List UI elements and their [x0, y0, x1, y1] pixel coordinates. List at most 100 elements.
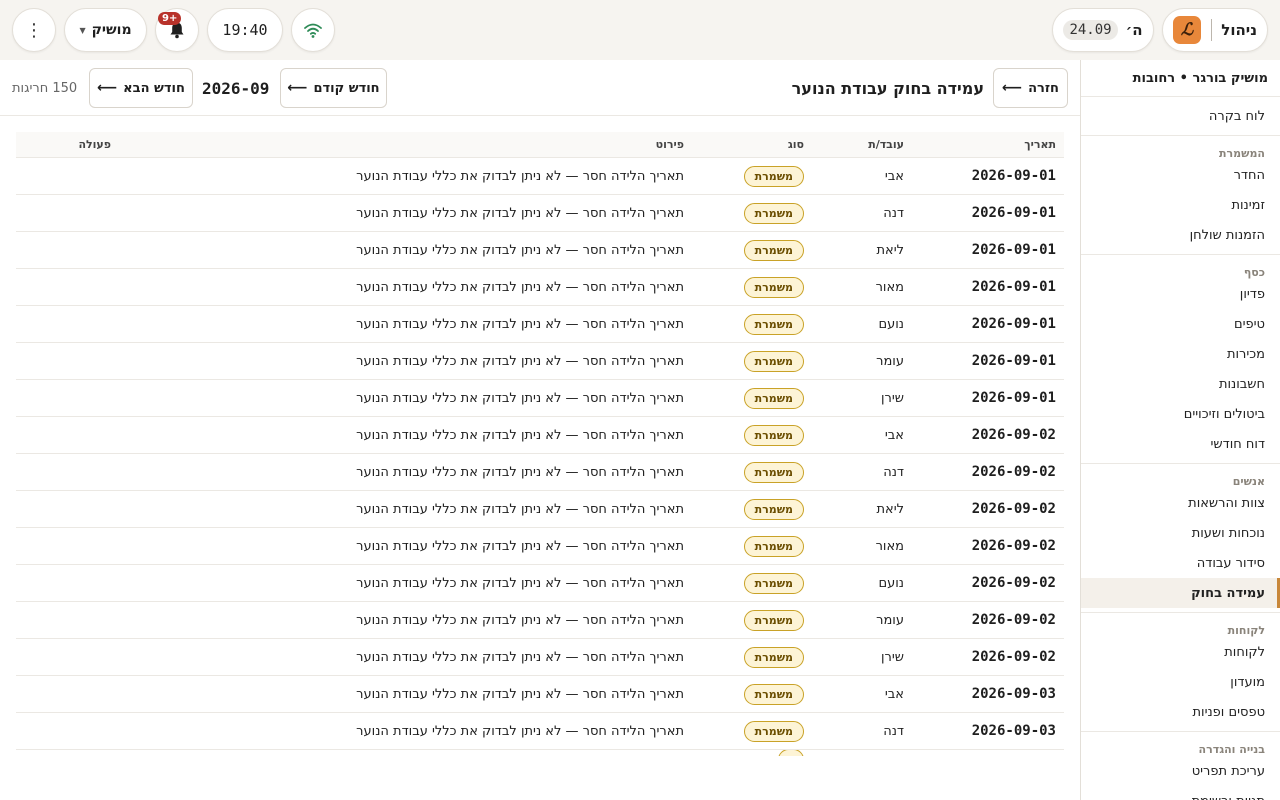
sidebar-item-room[interactable]: החדר [1081, 160, 1280, 190]
type-badge: משמרת [743, 387, 804, 409]
cell-detail: תאריך הלידה חסר — לא ניתן לבדוק את כללי … [356, 279, 684, 295]
brand-menu-button[interactable]: ניהול ℒ [1162, 8, 1268, 52]
cell-type: משמרת [690, 683, 808, 705]
sidebar-group-shift: המשמרת [1219, 147, 1265, 160]
cell-employee: אבי [884, 427, 904, 443]
cell-employee: עומר [876, 612, 904, 628]
table-row: 2026-09-01 שירן משמרת תאריך הלידה חסר — לא … [16, 380, 1064, 417]
cell-detail: תאריך הלידה חסר — לא ניתן לבדוק את כללי … [356, 612, 684, 628]
sidebar-divider [1081, 135, 1280, 136]
next-month-button[interactable]: חודש הבא ⟵ [89, 68, 193, 108]
sidebar-item-club[interactable]: מועדון [1081, 667, 1280, 697]
chevron-down-icon: ▼ [79, 25, 86, 35]
sidebar-item-staff-permissions[interactable]: צוות והרשאות [1081, 488, 1280, 518]
sidebar-item-attendance[interactable]: נוכחות ושעות [1081, 518, 1280, 548]
cell-type: משמרת [690, 165, 808, 187]
previous-month-button[interactable]: חודש קודם ⟵ [280, 68, 387, 108]
sidebar-item-schedule[interactable]: סידור עבודה [1081, 548, 1280, 578]
cell-detail: תאריך הלידה חסר — לא ניתן לבדוק את כללי … [356, 427, 684, 443]
sidebar-item-table-reservations[interactable]: הזמנות שולחן [1081, 220, 1280, 250]
sidebar-item-revenue[interactable]: פדיון [1081, 279, 1280, 309]
cell-detail: תאריך הלידה חסר — לא ניתן לבדוק את כללי … [356, 464, 684, 480]
type-badge [778, 750, 804, 756]
sidebar-item-tags[interactable]: תגיות ורשימת [1081, 786, 1280, 800]
cell-type: משמרת [690, 276, 808, 298]
cell-detail: תאריך הלידה חסר — לא ניתן לבדוק את כללי … [356, 242, 684, 258]
type-badge: משמרת [743, 313, 804, 335]
cell-detail: תאריך הלידה חסר — לא ניתן לבדוק את כללי … [356, 316, 684, 332]
type-badge: משמרת [743, 720, 804, 742]
column-header-date: תאריך [1024, 138, 1056, 151]
more-menu-button[interactable]: ⋮ [12, 8, 56, 52]
cell-date: 2026-09-01 [971, 242, 1056, 258]
sidebar-item-cancellations[interactable]: ביטולים וזיכויים [1081, 399, 1280, 429]
top-bar: ניהול ℒ ה׳ 24.09 19:40 9+ מושיק ▼ ⋮ [0, 0, 1280, 60]
cell-detail: תאריך הלידה חסר — לא ניתן לבדוק את כללי … [356, 205, 684, 221]
cell-date: 2026-09-01 [971, 279, 1056, 295]
sidebar-item-monthly-report[interactable]: דוח חודשי [1081, 429, 1280, 459]
type-badge: משמרת [743, 535, 804, 557]
cell-date: 2026-09-02 [971, 538, 1056, 554]
cell-type: משמרת [690, 498, 808, 520]
sidebar-item-menu-editor[interactable]: עריכת תפריט [1081, 756, 1280, 786]
back-button-label: חזרה [1028, 80, 1059, 96]
table-row: 2026-09-02 נועם משמרת תאריך הלידה חסר — לא … [16, 565, 1064, 602]
table-row: 2026-09-03 דנה משמרת תאריך הלידה חסר — לא נ… [16, 713, 1064, 750]
cell-date: 2026-09-01 [971, 205, 1056, 221]
date-chip: 24.09 [1063, 20, 1118, 40]
back-button[interactable]: חזרה ⟵ [993, 68, 1068, 108]
sidebar-item-forms[interactable]: טפסים ופניות [1081, 697, 1280, 727]
cell-date: 2026-09-02 [971, 427, 1056, 443]
cell-detail: תאריך הלידה חסר — לא ניתן לבדוק את כללי … [356, 575, 684, 591]
cell-date: 2026-09-01 [971, 390, 1056, 406]
type-badge: משמרת [743, 498, 804, 520]
cell-type: משמרת [690, 535, 808, 557]
next-month-label: חודש הבא [123, 80, 185, 96]
sidebar-item-tips[interactable]: טיפים [1081, 309, 1280, 339]
notifications-button[interactable]: 9+ [155, 8, 199, 52]
user-menu-button[interactable]: מושיק ▼ [64, 8, 147, 52]
sidebar-item-sales[interactable]: מכירות [1081, 339, 1280, 369]
sidebar-item-customers[interactable]: לקוחות [1081, 637, 1280, 667]
page-title: עמידה בחוק עבודת הנוער [791, 78, 984, 98]
cell-type: משמרת [690, 424, 808, 446]
cell-detail: תאריך הלידה חסר — לא ניתן לבדוק את כללי … [356, 168, 684, 184]
sidebar-item-availability[interactable]: זמינות [1081, 190, 1280, 220]
sidebar-item-dashboard[interactable]: לוח בקרה [1081, 101, 1280, 131]
sidebar: מושיק בורגר • רחובות לוח בקרה המשמרת החד… [1080, 60, 1280, 800]
cell-employee: אבי [884, 686, 904, 702]
cell-detail: תאריך הלידה חסר — לא ניתן לבדוק את כללי … [356, 390, 684, 406]
cell-date: 2026-09-01 [971, 316, 1056, 332]
compliance-table: תאריך עובד/ת סוג פירוט פעולה 2026-09-01 א… [16, 132, 1064, 756]
cell-employee: נועם [878, 575, 904, 591]
cell-detail: תאריך הלידה חסר — לא ניתן לבדוק את כללי … [356, 353, 684, 369]
type-badge: משמרת [743, 461, 804, 483]
table-header: תאריך עובד/ת סוג פירוט פעולה [16, 132, 1064, 158]
cell-type [690, 750, 808, 756]
cell-date: 2026-09-01 [971, 168, 1056, 184]
sidebar-group-customers: לקוחות [1227, 624, 1265, 637]
sidebar-item-invoices[interactable]: חשבונות [1081, 369, 1280, 399]
cell-employee: ליאת [876, 242, 904, 258]
type-badge: משמרת [743, 165, 804, 187]
cell-detail: תאריך הלידה חסר — לא ניתן לבדוק את כללי … [356, 723, 684, 739]
cell-date: 2026-09-03 [971, 723, 1056, 739]
page-header: חזרה ⟵ עמידה בחוק עבודת הנוער חודש קודם … [0, 60, 1080, 116]
wifi-icon [304, 23, 322, 38]
cell-employee: עומר [876, 353, 904, 369]
cell-employee: מאור [875, 279, 904, 295]
arrow-left-icon: ⟵ [97, 80, 118, 96]
user-label: מושיק [91, 22, 132, 38]
sidebar-item-compliance[interactable]: עמידה בחוק [1081, 578, 1280, 608]
table-row: 2026-09-01 מאור משמרת תאריך הלידה חסר — לא … [16, 269, 1064, 306]
sidebar-divider [1081, 612, 1280, 613]
wifi-status-button[interactable] [291, 8, 335, 52]
cell-type: משמרת [690, 609, 808, 631]
sidebar-divider [1081, 731, 1280, 732]
sidebar-group-build: בנייה והגדרה [1198, 743, 1265, 756]
type-badge: משמרת [743, 202, 804, 224]
violations-count: 150 חריגות [12, 80, 78, 96]
cell-employee: שירן [881, 649, 904, 665]
date-display: ה׳ 24.09 [1052, 8, 1154, 52]
table-row: 2026-09-01 ליאת משמרת תאריך הלידה חסר — לא … [16, 232, 1064, 269]
